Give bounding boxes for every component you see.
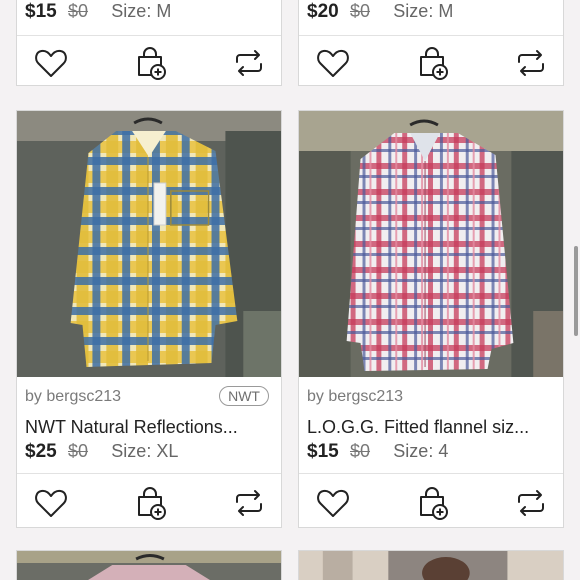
red-plaid-flannel-photo [299,111,563,377]
divider [17,35,281,36]
yellow-plaid-shirt-photo [17,111,281,377]
like-button[interactable] [31,43,71,83]
shopping-bag-add-icon [420,487,448,520]
share-icon [236,50,262,76]
listing-card-4[interactable]: by bergsc213 L.O.G.G. Fitted flannel siz… [298,110,564,528]
seller-username[interactable]: by bergsc213 [307,388,403,406]
nwt-badge: NWT [219,386,269,406]
shopping-bag-add-icon [420,47,448,80]
add-to-bundle-button[interactable] [413,483,453,523]
listing-card-2[interactable]: $20 $0 Size: M [298,0,564,86]
size-label: Size: M [111,1,172,21]
share-icon [518,490,544,516]
original-price: $0 [67,1,89,21]
card-actions [17,43,281,85]
size-label: Size: XL [111,441,179,461]
share-button[interactable] [511,483,551,523]
share-button[interactable] [511,43,551,83]
price-row: $15 $0 Size: M [25,1,273,23]
add-to-bundle-button[interactable] [131,483,171,523]
price: $20 [307,1,339,22]
size-label: Size: 4 [393,441,449,461]
listing-title[interactable]: NWT Natural Reflections... [25,417,273,438]
listing-card-1[interactable]: $15 $0 Size: M [16,0,282,86]
share-icon [518,50,544,76]
original-price: $0 [349,441,371,461]
listing-card-5[interactable] [16,550,282,580]
original-price: $0 [349,1,371,21]
shopping-bag-add-icon [138,47,166,80]
listing-title[interactable]: L.O.G.G. Fitted flannel siz... [307,417,555,438]
price-row: $25 $0 Size: XL [25,441,273,463]
original-price: $0 [67,441,89,461]
share-button[interactable] [229,483,269,523]
plaid-shirt-photo [17,551,281,580]
heart-icon [317,49,349,77]
price: $15 [307,441,339,462]
divider [17,473,281,474]
heart-icon [317,489,349,517]
add-to-bundle-button[interactable] [413,43,453,83]
shopping-bag-add-icon [138,487,166,520]
listing-photo[interactable] [299,551,563,580]
heart-icon [35,49,67,77]
price-row: $15 $0 Size: 4 [307,441,555,463]
card-actions [299,43,563,85]
price: $25 [25,441,57,462]
divider [299,35,563,36]
share-icon [236,490,262,516]
scrollbar[interactable] [574,246,578,336]
heart-icon [35,489,67,517]
listing-photo[interactable] [299,111,563,377]
size-label: Size: M [393,1,454,21]
like-button[interactable] [313,483,353,523]
mirror-selfie-photo [299,551,563,580]
divider [299,473,563,474]
share-button[interactable] [229,43,269,83]
price: $15 [25,1,57,22]
card-actions [17,483,281,527]
listing-photo[interactable] [17,111,281,377]
add-to-bundle-button[interactable] [131,43,171,83]
like-button[interactable] [31,483,71,523]
listing-card-3[interactable]: by bergsc213 NWT NWT Natural Reflections… [16,110,282,528]
price-row: $20 $0 Size: M [307,1,555,23]
listing-card-6[interactable] [298,550,564,580]
card-actions [299,483,563,527]
like-button[interactable] [313,43,353,83]
seller-username[interactable]: by bergsc213 [25,388,121,406]
listing-photo[interactable] [17,551,281,580]
